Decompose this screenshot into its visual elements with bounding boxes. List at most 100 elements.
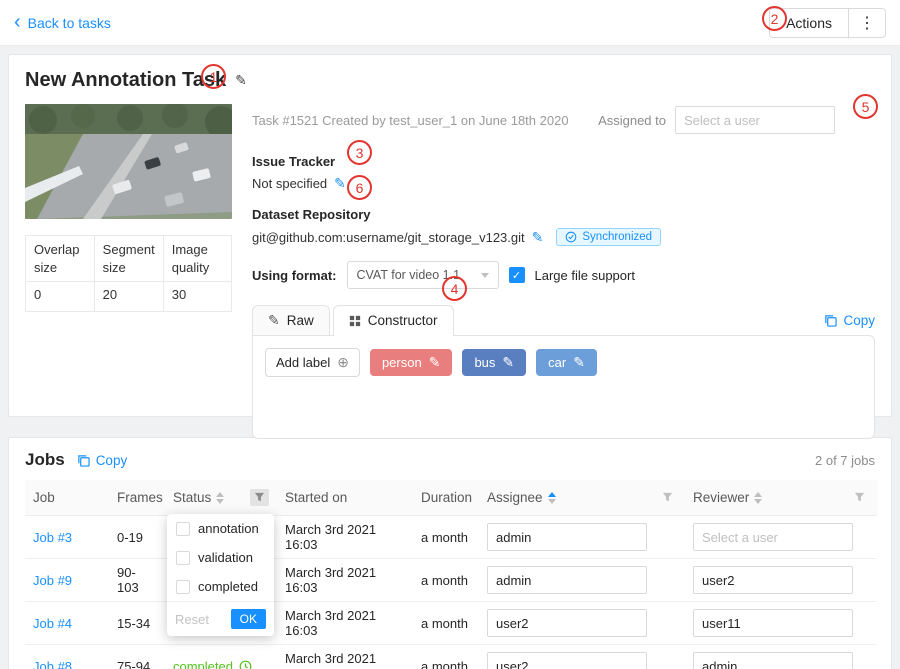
- status-filter-icon[interactable]: [250, 489, 269, 506]
- job-9-link[interactable]: Job #9: [33, 573, 72, 588]
- completed-checkbox[interactable]: [176, 580, 190, 594]
- filter-option-annotation-label: annotation: [198, 521, 259, 536]
- job-4-link[interactable]: Job #4: [33, 616, 72, 631]
- tab-constructor[interactable]: Constructor: [333, 305, 454, 336]
- task-title-row: New Annotation Task ✎: [25, 69, 875, 92]
- edit-label-person-icon[interactable]: ✎: [429, 354, 441, 371]
- callout-2: 2: [762, 6, 787, 31]
- callout-4: 4: [442, 276, 467, 301]
- sync-status-badge: Synchronized: [556, 228, 661, 246]
- edit-repository-icon[interactable]: ✎: [532, 229, 544, 246]
- job-8-assignee-input[interactable]: [487, 652, 647, 669]
- assignee-sort-button[interactable]: [548, 492, 556, 504]
- param-value-segment: 20: [94, 282, 163, 312]
- copy-icon: [824, 314, 837, 327]
- job-3-frames: 0-19: [117, 530, 143, 545]
- task-title: New Annotation Task: [25, 69, 226, 92]
- add-label-button[interactable]: Add label ⊕: [265, 348, 360, 377]
- assigned-to-group: Assigned to: [598, 106, 835, 134]
- task-preview-image: [25, 104, 232, 219]
- sync-status-label: Synchronized: [582, 231, 652, 243]
- edit-label-car-icon[interactable]: ✎: [573, 354, 585, 371]
- task-details-card: New Annotation Task ✎: [8, 54, 892, 417]
- job-9-assignee-input[interactable]: [487, 566, 647, 594]
- filter-option-validation[interactable]: validation: [167, 543, 274, 572]
- task-preview-column: Overlap size Segment size Image quality …: [25, 104, 232, 439]
- job-3-assignee-input[interactable]: [487, 523, 647, 551]
- job-9-frames: 90-103: [117, 565, 139, 595]
- callout-6: 6: [347, 175, 372, 200]
- jobs-title: Jobs: [25, 450, 65, 470]
- edit-issue-tracker-icon[interactable]: ✎: [334, 175, 346, 192]
- label-chip-person[interactable]: person ✎: [370, 349, 452, 376]
- reviewer-filter-icon[interactable]: [850, 489, 869, 506]
- status-filter-dropdown: annotation validation completed Reset OK: [167, 514, 274, 636]
- label-chip-bus-name: bus: [474, 355, 495, 370]
- job-3-duration: a month: [421, 530, 468, 545]
- issue-tracker-block: Issue Tracker Not specified ✎: [252, 154, 875, 192]
- col-started-on: Started on: [285, 490, 347, 505]
- large-file-support-label: Large file support: [535, 268, 635, 283]
- status-sort-button[interactable]: [216, 492, 224, 504]
- reviewer-sort-button[interactable]: [754, 492, 762, 504]
- task-page: ‹ Back to tasks Actions ⋮ New Annotation…: [0, 0, 900, 669]
- col-job: Job: [33, 490, 55, 505]
- assignee-filter-icon[interactable]: [658, 489, 677, 506]
- filter-option-validation-label: validation: [198, 550, 253, 565]
- task-meta-text: Task #1521 Created by test_user_1 on Jun…: [252, 113, 569, 128]
- edit-label-bus-icon[interactable]: ✎: [502, 354, 514, 371]
- param-value-quality: 30: [163, 282, 231, 312]
- raw-pencil-icon: ✎: [268, 312, 280, 329]
- job-3-reviewer-input[interactable]: [693, 523, 853, 551]
- filter-option-annotation[interactable]: annotation: [167, 514, 274, 543]
- param-header-quality: Image quality: [163, 236, 231, 282]
- assignee-select-input[interactable]: [675, 106, 835, 134]
- job-4-assignee-input[interactable]: [487, 609, 647, 637]
- filter-reset-button[interactable]: Reset: [175, 612, 209, 627]
- validation-checkbox[interactable]: [176, 551, 190, 565]
- job-8-duration: a month: [421, 659, 468, 669]
- job-4-started: March 3rd 2021 16:03: [285, 608, 376, 638]
- job-4-reviewer-input[interactable]: [693, 609, 853, 637]
- sync-check-icon: [565, 231, 577, 243]
- job-4-duration: a month: [421, 616, 468, 631]
- job-8-reviewer-input[interactable]: [693, 652, 853, 669]
- large-file-support-checkbox[interactable]: ✓: [509, 267, 525, 283]
- jobs-card: Jobs Copy 2 of 7 jobs Job Frames Status: [8, 437, 892, 669]
- copy-labels-link[interactable]: Copy: [824, 313, 875, 328]
- tab-raw[interactable]: ✎ Raw: [252, 305, 330, 335]
- job-9-started: March 3rd 2021 16:03: [285, 565, 376, 595]
- copy-jobs-label: Copy: [96, 453, 128, 468]
- callout-5: 5: [853, 94, 878, 119]
- filter-ok-button[interactable]: OK: [231, 609, 266, 629]
- col-status: Status: [173, 490, 211, 505]
- col-assignee: Assignee: [487, 490, 543, 505]
- job-4-frames: 15-34: [117, 616, 150, 631]
- edit-title-icon[interactable]: ✎: [235, 72, 247, 89]
- job-row-9: Job #9 90-103 March 3rd 2021 16:03 a mon…: [25, 559, 877, 602]
- copy-labels-label: Copy: [843, 313, 875, 328]
- job-8-status: completed: [173, 659, 252, 669]
- jobs-count: 2 of 7 jobs: [815, 453, 875, 468]
- label-constructor-panel: Add label ⊕ person ✎ bus ✎ car: [252, 335, 875, 439]
- copy-jobs-link[interactable]: Copy: [77, 453, 128, 468]
- job-3-link[interactable]: Job #3: [33, 530, 72, 545]
- col-reviewer: Reviewer: [693, 490, 749, 505]
- label-chip-car[interactable]: car ✎: [536, 349, 597, 376]
- filter-option-completed[interactable]: completed: [167, 572, 274, 601]
- back-to-tasks-link[interactable]: ‹ Back to tasks: [14, 15, 111, 31]
- job-8-link[interactable]: Job #8: [33, 659, 72, 669]
- chevron-down-icon: [481, 273, 489, 278]
- job-9-reviewer-input[interactable]: [693, 566, 853, 594]
- job-8-started: March 3rd 2021 16:03: [285, 651, 376, 669]
- tab-raw-label: Raw: [287, 313, 314, 328]
- back-to-tasks-label: Back to tasks: [28, 15, 111, 31]
- issue-tracker-value: Not specified: [252, 176, 327, 191]
- label-chip-person-name: person: [382, 355, 422, 370]
- issue-tracker-label: Issue Tracker: [252, 154, 875, 169]
- col-frames: Frames: [117, 490, 163, 505]
- format-select[interactable]: CVAT for video 1.1: [347, 261, 499, 289]
- annotation-checkbox[interactable]: [176, 522, 190, 536]
- label-chip-bus[interactable]: bus ✎: [462, 349, 526, 376]
- actions-menu-button[interactable]: ⋮: [849, 9, 885, 37]
